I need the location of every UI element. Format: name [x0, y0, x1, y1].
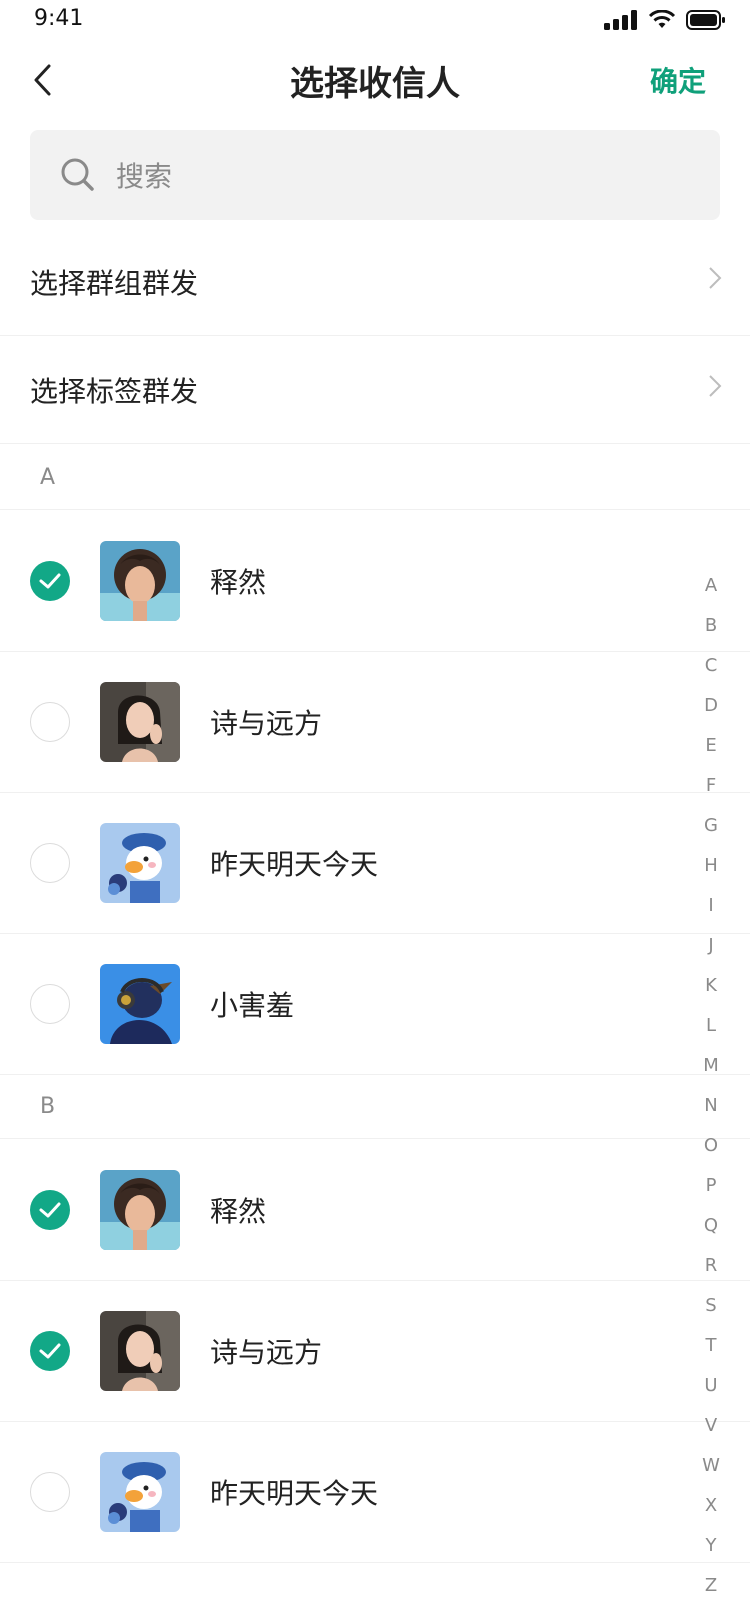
contact-name: 诗与远方: [210, 1336, 323, 1369]
avatar: [100, 823, 180, 903]
section-letter: A: [40, 465, 56, 490]
bird-with-headphones-avatar-icon: [100, 964, 180, 1044]
index-letter[interactable]: J: [700, 926, 722, 966]
index-letter[interactable]: Q: [700, 1206, 722, 1246]
index-letter[interactable]: T: [700, 1326, 722, 1366]
search-placeholder: 搜索: [116, 160, 173, 193]
section-letter: B: [40, 1094, 56, 1119]
status-time: 9:41: [34, 6, 84, 31]
contact-name: 释然: [210, 566, 267, 599]
checkbox-unchecked[interactable]: [30, 702, 70, 742]
checkbox-checked[interactable]: [30, 561, 70, 601]
contact-row[interactable]: 释然: [0, 511, 750, 652]
contact-row[interactable]: 小害羞: [0, 934, 750, 1075]
index-letter[interactable]: D: [700, 686, 722, 726]
index-letter[interactable]: K: [700, 966, 722, 1006]
section-header-a: A: [0, 446, 750, 510]
index-letter[interactable]: U: [700, 1366, 722, 1406]
wifi-icon: [648, 10, 676, 28]
avatar: [100, 1170, 180, 1250]
index-letter[interactable]: G: [700, 806, 722, 846]
index-letter[interactable]: A: [700, 566, 722, 606]
index-letter[interactable]: X: [700, 1486, 722, 1526]
avatar: [100, 1311, 180, 1391]
index-letter[interactable]: Z: [700, 1566, 722, 1606]
checkbox-unchecked[interactable]: [30, 984, 70, 1024]
index-letter[interactable]: Y: [700, 1526, 722, 1566]
contact-name: 昨天明天今天: [210, 848, 379, 881]
check-icon: [39, 573, 61, 589]
search-input[interactable]: 搜索: [30, 130, 720, 220]
confirm-button[interactable]: 确定: [650, 60, 706, 100]
contact-name: 小害羞: [210, 989, 295, 1022]
woman-curly-hair-avatar-icon: [100, 541, 180, 621]
contact-row[interactable]: 昨天明天今天: [0, 793, 750, 934]
index-letter[interactable]: L: [700, 1006, 722, 1046]
chevron-right-icon: [709, 375, 722, 397]
index-letter[interactable]: S: [700, 1286, 722, 1326]
index-letter[interactable]: W: [700, 1446, 722, 1486]
entry-label: 选择群组群发: [30, 266, 199, 300]
checkbox-unchecked[interactable]: [30, 1472, 70, 1512]
chevron-right-icon: [709, 267, 722, 289]
avatar: [100, 964, 180, 1044]
index-letter[interactable]: C: [700, 646, 722, 686]
index-letter[interactable]: N: [700, 1086, 722, 1126]
status-bar: 9:41: [0, 0, 750, 40]
index-letter[interactable]: H: [700, 846, 722, 886]
avatar: [100, 682, 180, 762]
index-letter[interactable]: R: [700, 1246, 722, 1286]
nav-bar: 选择收信人 确定: [0, 40, 750, 124]
check-icon: [39, 1202, 61, 1218]
entry-label: 选择标签群发: [30, 374, 199, 408]
contact-name: 释然: [210, 1195, 267, 1228]
index-letter[interactable]: M: [700, 1046, 722, 1086]
avatar: [100, 1452, 180, 1532]
search-icon: [61, 158, 94, 191]
duck-with-flowers-avatar-icon: [100, 823, 180, 903]
check-icon: [39, 1343, 61, 1359]
battery-icon: [686, 10, 725, 30]
checkbox-unchecked[interactable]: [30, 843, 70, 883]
woman-curly-hair-avatar-icon: [100, 1170, 180, 1250]
select-group-entry[interactable]: 选择群组群发: [0, 228, 750, 336]
index-letter[interactable]: F: [700, 766, 722, 806]
index-letter[interactable]: B: [700, 606, 722, 646]
status-icons: [604, 10, 726, 30]
index-letter[interactable]: I: [700, 886, 722, 926]
checkbox-checked[interactable]: [30, 1190, 70, 1230]
index-letter[interactable]: E: [700, 726, 722, 766]
duck-with-flowers-avatar-icon: [100, 1452, 180, 1532]
cellular-signal-icon: [604, 10, 637, 30]
contact-row[interactable]: 释然: [0, 1140, 750, 1281]
alphabet-index[interactable]: A B C D E F G H I J K L M N O P Q R S T …: [700, 566, 722, 1606]
contact-row[interactable]: 诗与远方: [0, 1281, 750, 1422]
contact-name: 诗与远方: [210, 707, 323, 740]
checkbox-checked[interactable]: [30, 1331, 70, 1371]
select-tag-entry[interactable]: 选择标签群发: [0, 336, 750, 444]
avatar: [100, 541, 180, 621]
index-letter[interactable]: P: [700, 1166, 722, 1206]
index-letter[interactable]: V: [700, 1406, 722, 1446]
index-letter[interactable]: O: [700, 1126, 722, 1166]
contact-name: 昨天明天今天: [210, 1477, 379, 1510]
contact-row[interactable]: 昨天明天今天: [0, 1422, 750, 1563]
page-title: 选择收信人: [290, 64, 460, 104]
section-header-b: B: [0, 1075, 750, 1139]
woman-portrait-avatar-icon: [100, 1311, 180, 1391]
woman-portrait-avatar-icon: [100, 682, 180, 762]
contact-row[interactable]: 诗与远方: [0, 652, 750, 793]
